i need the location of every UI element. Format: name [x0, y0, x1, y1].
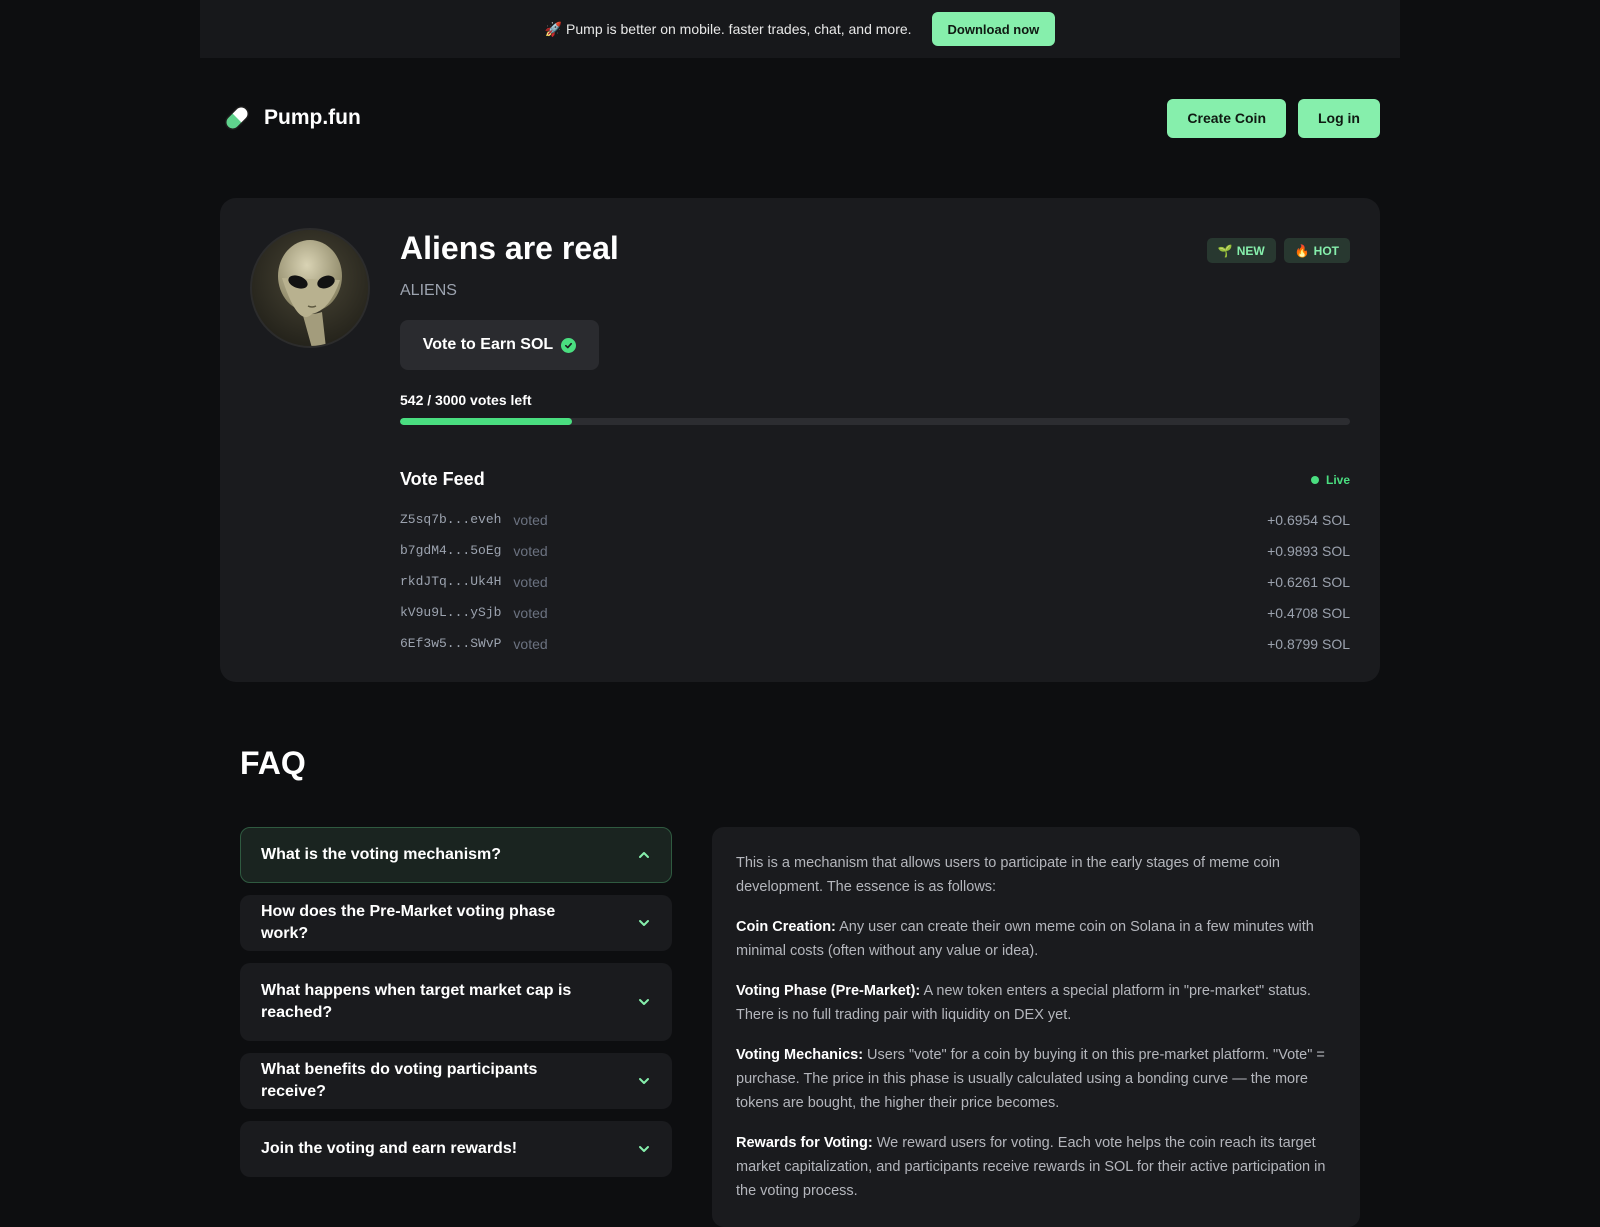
- site-header: Pump.fun Create Coin Log in: [220, 98, 1380, 138]
- faq-answer-term: Voting Phase (Pre-Market):: [736, 983, 921, 999]
- faq-item-target-market-cap[interactable]: What happens when target market cap is r…: [240, 963, 672, 1041]
- feed-row: rkdJTq...Uk4H voted +0.6261 SOL: [400, 566, 1350, 597]
- feed-voted-label: voted: [513, 573, 548, 590]
- live-indicator: Live: [1310, 472, 1350, 487]
- feed-wallet[interactable]: kV9u9L...ySjb: [400, 605, 501, 620]
- coin-avatar: [250, 228, 370, 348]
- faq-question: What benefits do voting participants rec…: [261, 1061, 538, 1100]
- sprout-icon: 🌱: [1217, 243, 1233, 258]
- faq-answer-point: Voting Mechanics: Users "vote" for a coi…: [736, 1043, 1336, 1115]
- faq-question: What happens when target market cap is r…: [261, 982, 572, 1021]
- faq-answer-term: Voting Mechanics:: [736, 1047, 864, 1063]
- vote-feed-title: Vote Feed: [400, 469, 485, 489]
- coin-badges: 🌱 NEW 🔥 HOT: [1206, 238, 1350, 263]
- faq-answer-term: Rewards for Voting:: [736, 1135, 873, 1151]
- feed-row: kV9u9L...ySjb voted +0.4708 SOL: [400, 597, 1350, 628]
- votes-progress-fill: [400, 418, 572, 425]
- votes-progress-bar: [400, 418, 1350, 425]
- faq-answer-point: Rewards for Voting: We reward users for …: [736, 1131, 1336, 1203]
- feed-wallet[interactable]: rkdJTq...Uk4H: [400, 574, 501, 589]
- badge-hot: 🔥 HOT: [1283, 238, 1350, 263]
- faq-answer-panel: This is a mechanism that allows users to…: [712, 827, 1360, 1227]
- chevron-down-icon: [639, 999, 649, 1005]
- faq-answer-point: Coin Creation: Any user can create their…: [736, 915, 1336, 963]
- faq-question-list: What is the voting mechanism? How does t…: [240, 827, 672, 1189]
- feed-amount: +0.4708 SOL: [1267, 604, 1350, 621]
- faq-item-pre-market[interactable]: How does the Pre-Market voting phase wor…: [240, 895, 672, 951]
- coin-ticker: ALIENS: [400, 282, 457, 299]
- mobile-promo-banner: 🚀 Pump is better on mobile. faster trade…: [200, 0, 1400, 58]
- logo-text: Pump.fun: [264, 106, 361, 129]
- faq-item-benefits[interactable]: What benefits do voting participants rec…: [240, 1053, 672, 1109]
- download-now-button[interactable]: Download now: [931, 12, 1056, 46]
- login-button[interactable]: Log in: [1298, 98, 1380, 138]
- vote-to-earn-button[interactable]: Vote to Earn SOL: [400, 320, 599, 370]
- feed-voted-label: voted: [513, 635, 548, 652]
- feed-voted-label: voted: [513, 542, 548, 559]
- banner-text: 🚀 Pump is better on mobile. faster trade…: [544, 20, 912, 37]
- faq-answer-term: Coin Creation:: [736, 919, 836, 935]
- chevron-up-icon: [639, 852, 649, 858]
- faq-item-join-voting[interactable]: Join the voting and earn rewards!: [240, 1121, 672, 1177]
- feed-wallet[interactable]: Z5sq7b...eveh: [400, 512, 501, 527]
- live-label: Live: [1325, 472, 1350, 487]
- faq-item-voting-mechanism[interactable]: What is the voting mechanism?: [240, 827, 672, 883]
- feed-wallet[interactable]: b7gdM4...5oEg: [400, 543, 501, 558]
- vote-feed-header: Vote Feed Live: [400, 469, 1350, 490]
- faq-title: FAQ: [240, 745, 306, 781]
- feed-voted-label: voted: [513, 604, 548, 621]
- faq-question: What is the voting mechanism?: [261, 846, 502, 863]
- chevron-down-icon: [639, 1078, 649, 1084]
- feed-amount: +0.9893 SOL: [1267, 542, 1350, 559]
- votes-left-text: 542 / 3000 votes left: [400, 392, 532, 408]
- feed-row: b7gdM4...5oEg voted +0.9893 SOL: [400, 535, 1350, 566]
- badge-new-label: NEW: [1236, 243, 1265, 258]
- feed-amount: +0.6261 SOL: [1267, 573, 1350, 590]
- faq-answer-point: Voting Phase (Pre-Market): A new token e…: [736, 979, 1336, 1027]
- vote-button-label: Vote to Earn SOL: [422, 336, 554, 353]
- feed-amount: +0.8799 SOL: [1267, 635, 1350, 652]
- feed-row: 6Ef3w5...SWvP voted +0.8799 SOL: [400, 628, 1350, 659]
- header-actions: Create Coin Log in: [1167, 98, 1380, 138]
- live-dot-icon: [1310, 475, 1319, 484]
- badge-new: 🌱 NEW: [1206, 238, 1276, 263]
- chevron-down-icon: [639, 920, 649, 926]
- feed-row: Z5sq7b...eveh voted +0.6954 SOL: [400, 504, 1350, 535]
- feed-wallet[interactable]: 6Ef3w5...SWvP: [400, 636, 501, 651]
- badge-hot-label: HOT: [1313, 243, 1339, 258]
- vote-feed-list: Z5sq7b...eveh voted +0.6954 SOL b7gdM4...…: [400, 504, 1350, 659]
- logo[interactable]: Pump.fun: [220, 101, 361, 135]
- pill-logo-icon: [225, 106, 249, 130]
- verified-check-icon: [561, 337, 577, 353]
- chevron-down-icon: [639, 1146, 649, 1152]
- feed-voted-label: voted: [513, 511, 548, 528]
- coin-details: Aliens are real 🌱 NEW 🔥 HOT ALIENS Vote …: [400, 228, 1350, 659]
- create-coin-button[interactable]: Create Coin: [1167, 98, 1286, 138]
- feed-amount: +0.6954 SOL: [1267, 511, 1350, 528]
- alien-avatar-icon: [252, 230, 368, 346]
- faq-question: How does the Pre-Market voting phase wor…: [261, 903, 556, 942]
- coin-card: Aliens are real 🌱 NEW 🔥 HOT ALIENS Vote …: [220, 198, 1380, 682]
- faq-question: Join the voting and earn rewards!: [261, 1140, 518, 1157]
- fire-icon: 🔥: [1294, 243, 1310, 258]
- faq-answer-intro: This is a mechanism that allows users to…: [736, 855, 1280, 895]
